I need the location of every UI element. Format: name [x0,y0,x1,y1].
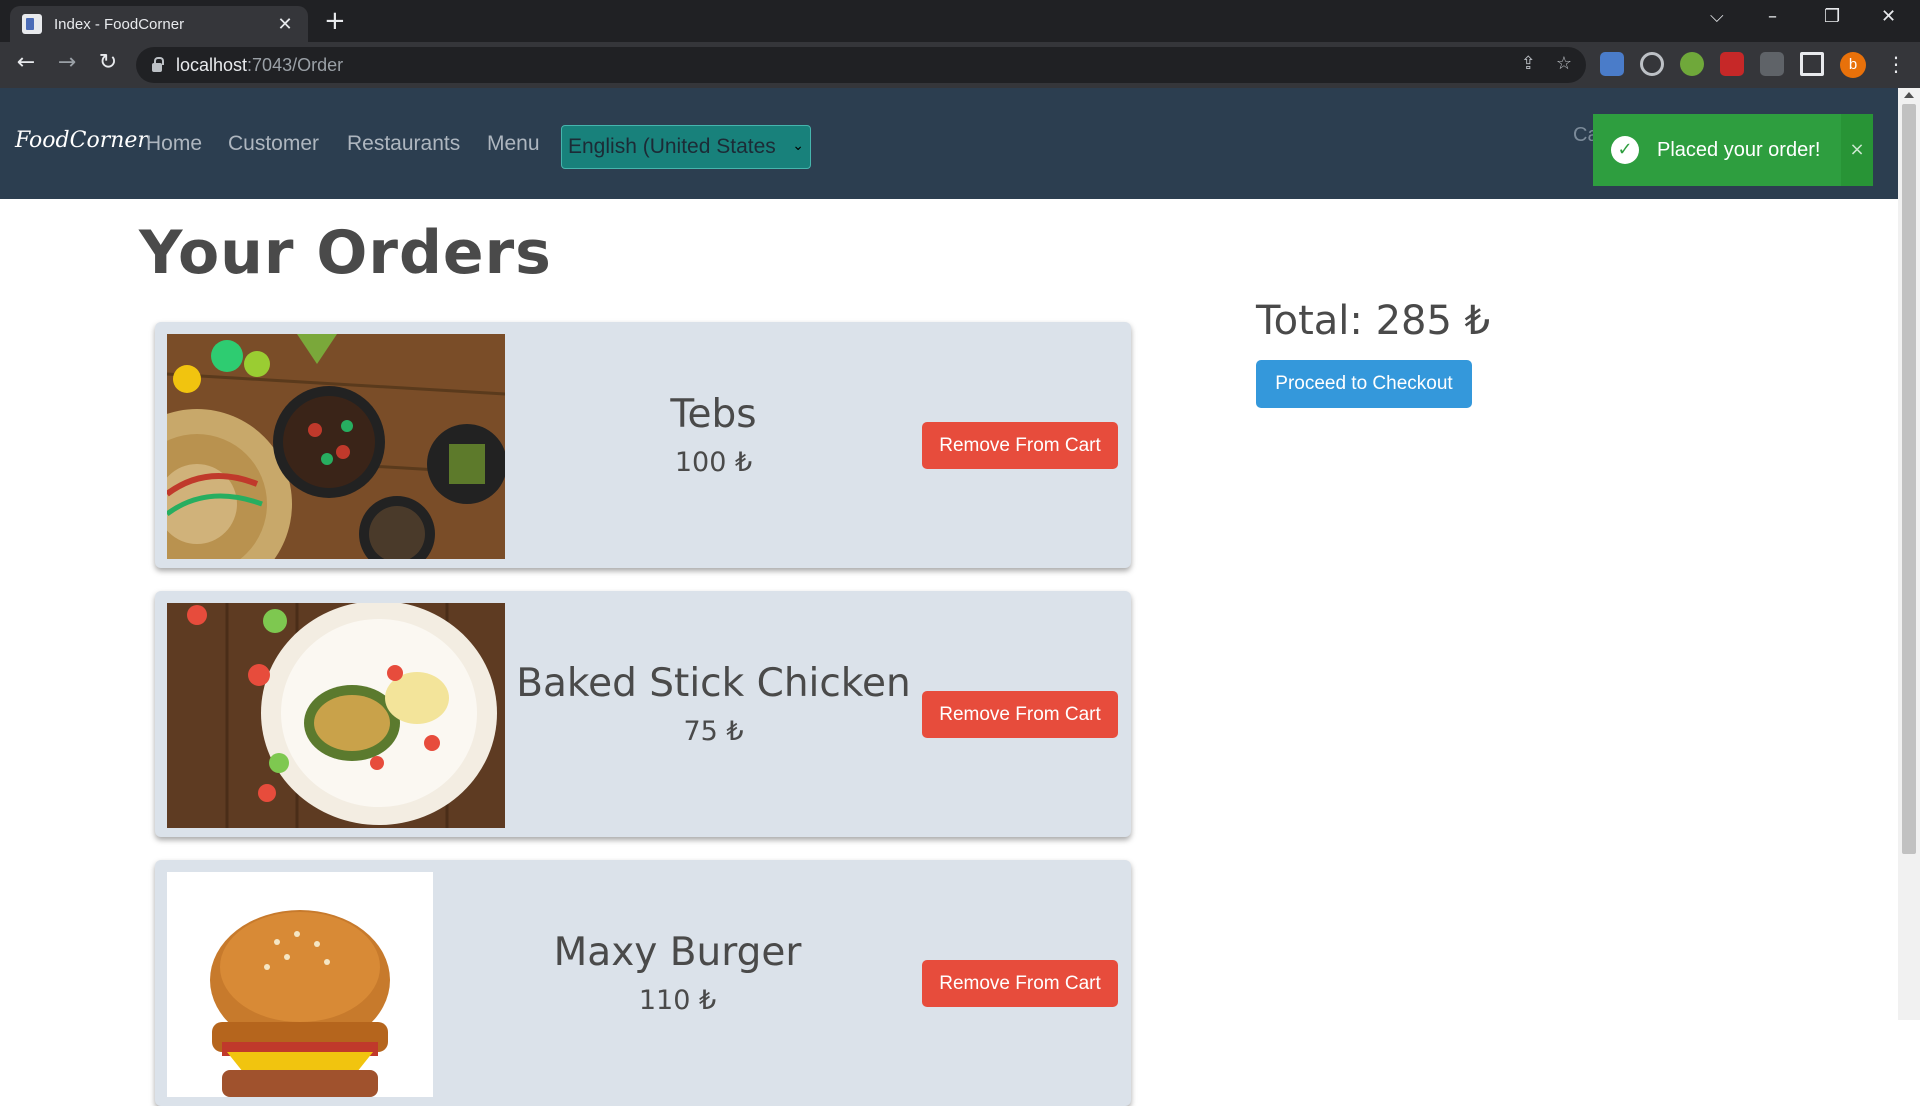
back-icon[interactable]: ← [12,50,40,75]
remove-from-cart-button[interactable]: Remove From Cart [922,422,1118,469]
forward-icon[interactable]: → [53,50,81,75]
chevron-down-icon: ⌄ [792,137,804,153]
food-name: Maxy Burger [553,930,802,975]
url-path: :7043/Order [247,54,344,75]
target-extension-icon[interactable] [1640,52,1664,76]
new-tab-button[interactable]: + [324,8,346,34]
browser-toolbar: ← → ↻ localhost:7043/Order ⇪ ☆ [0,42,1920,88]
nav-menu[interactable]: Menu [487,132,540,156]
translate-extension-icon[interactable] [1600,52,1624,76]
proceed-to-checkout-button[interactable]: Proceed to Checkout [1256,360,1472,408]
order-card: Maxy Burger 110 ₺ Remove From Cart [155,860,1131,1106]
food-price: 100 ₺ [674,447,753,478]
lock-icon[interactable] [152,56,164,72]
language-select-value: English (United States [568,135,776,158]
browser-tab[interactable]: Index - FoodCorner ✕ [10,6,308,42]
url-host: localhost [176,54,248,75]
scroll-thumb[interactable] [1902,104,1916,854]
browser-menu-icon[interactable]: ⋮ [1886,52,1906,76]
nav-home[interactable]: Home [146,132,202,156]
profile-avatar[interactable]: b [1840,52,1866,78]
tab-search-icon[interactable]: ⌵ [1710,6,1724,27]
remove-from-cart-button[interactable]: Remove From Cart [922,691,1118,738]
minimize-icon[interactable]: – [1768,6,1777,27]
scroll-up-icon[interactable] [1904,92,1914,98]
side-panel-icon[interactable] [1800,52,1824,76]
tab-close-icon[interactable]: ✕ [274,14,296,35]
restore-icon[interactable]: ❐ [1824,6,1840,27]
brand-logo[interactable]: FoodCorner [15,128,148,153]
nav-customer[interactable]: Customer [228,132,319,156]
toast-message: Placed your order! [1657,138,1821,161]
share-icon[interactable]: ⇪ [1521,53,1536,74]
toast-close-icon[interactable]: × [1841,114,1873,186]
address-bar[interactable]: localhost:7043/Order ⇪ ☆ [136,47,1586,83]
order-card: Baked Stick Chicken 75 ₺ Remove From Car… [155,591,1131,837]
food-price: 110 ₺ [638,985,717,1016]
reload-icon[interactable]: ↻ [94,50,122,75]
order-card: Tebs 100 ₺ Remove From Cart [155,322,1131,568]
tebs-image [167,334,505,559]
food-name: Baked Stick Chicken [516,661,911,706]
burger-image [167,872,433,1097]
order-total: Total: 285 ₺ [1256,298,1491,344]
close-window-icon[interactable]: ✕ [1881,6,1896,27]
food-name: Tebs [670,392,757,437]
success-toast: ✓ Placed your order! × [1593,114,1873,186]
language-select[interactable]: English (United States ⌄ [561,125,811,169]
remove-from-cart-button[interactable]: Remove From Cart [922,960,1118,1007]
tab-title: Index - FoodCorner [54,15,185,33]
page-title: Your Orders [139,218,552,288]
nav-restaurants[interactable]: Restaurants [347,132,460,156]
browser-tab-strip: Index - FoodCorner ✕ + ⌵ – ❐ ✕ [0,0,1920,42]
food-price: 75 ₺ [683,716,744,747]
page-favicon-icon [22,14,42,34]
extensions-puzzle-icon[interactable] [1760,52,1784,76]
chicken-image [167,603,505,828]
bookmark-star-icon[interactable]: ☆ [1556,53,1572,74]
check-circle-icon: ✓ [1611,136,1639,164]
plus-extension-icon[interactable] [1680,52,1704,76]
page-scrollbar[interactable] [1898,88,1920,1020]
red-extension-icon[interactable] [1720,52,1744,76]
